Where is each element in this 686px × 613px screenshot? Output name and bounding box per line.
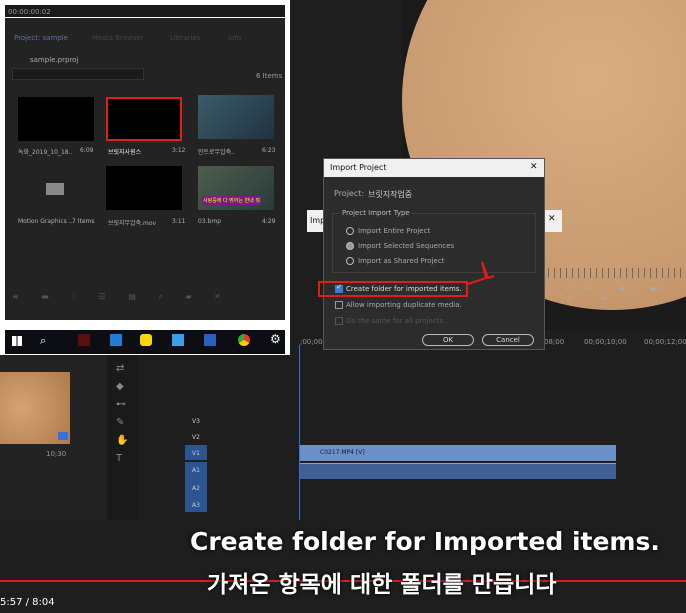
project-file: sample.prproj [30,56,79,64]
ruler-2: 00;00;10;00 [584,338,627,346]
project-search-input[interactable] [12,68,144,80]
item-name-3: 인트로무압축.. [198,149,235,156]
source-timecode: 10;30 [46,450,67,458]
item-dur-2: 3:12 [172,147,186,154]
track-a3: A3 [192,502,200,509]
item-dur-6: 4:29 [262,218,276,225]
import-type-label: Project Import Type [340,209,412,217]
item-thumb-5[interactable] [106,166,182,210]
ruler-1: 08;00 [544,338,565,346]
app-icon-2[interactable] [110,334,122,346]
timeline-panel [140,330,686,520]
dialog-title: Import Project [330,163,387,172]
settings-gear-icon[interactable]: ⚙ [270,332,281,346]
ok-button[interactable]: OK [422,334,474,346]
opt-shared-label: Import as Shared Project [358,257,445,265]
app-icon-1[interactable] [78,334,90,346]
kakao-icon[interactable] [140,334,152,346]
search-icon[interactable]: ⌕ [40,334,46,348]
track-a1: A1 [192,467,200,474]
item-name-6: 03.bmp [198,218,222,225]
playback-controls[interactable]: {← ◄ ► → ⇥ [565,284,686,304]
item-name-2: 브릿지사원스 [108,149,142,156]
checkmark-icon: ✓ [336,283,342,291]
track-v3: V3 [192,418,200,425]
track-v1: V1 [192,450,200,457]
ruler-3: 00;00;12;00 [644,338,686,346]
scrub-ruler[interactable] [548,268,686,278]
item-name-5: 브릿지무압축.mov [108,220,157,227]
project-footer-icons[interactable]: ≡ ▬ ◦ ☰ ▤ ⌕ ▰ ✕ [12,292,280,302]
folder-icon [46,183,64,195]
project-name: 브릿지작업중 [368,190,413,199]
same-all-checkbox[interactable] [335,317,343,325]
windows-start-icon[interactable] [12,336,22,346]
word-icon[interactable] [204,334,216,346]
video-clip-label: C0217.MP4 [V] [320,449,365,456]
allow-duplicate-label: Allow importing duplicate media. [346,301,462,309]
track-a2: A2 [192,485,200,492]
item-thumb-2-selected[interactable] [106,97,182,141]
allow-duplicate-checkbox[interactable] [335,301,343,309]
tab-info[interactable]: Info [228,34,241,42]
item-thumb-1[interactable] [18,97,94,141]
tab-libraries[interactable]: Libraries [170,34,200,42]
player-time: 5:57 / 8:04 [0,597,55,608]
audio-clip[interactable] [300,463,616,479]
radio-shared[interactable] [346,257,354,265]
item-dur-5: 3:11 [172,218,186,225]
item-name-1: 녹화_2019_10_18.. [18,149,73,156]
item-dur-3: 6:23 [262,147,276,154]
playhead[interactable] [299,345,300,520]
thumb-sticker: 사랑중에 다 뛰어는 반내 뭐 [202,196,261,205]
pointer-arrow-icon [467,261,495,285]
item-thumb-3[interactable] [198,95,274,139]
screenshot-root: { "timecode_top":"00:00:00:02", "project… [0,0,686,613]
tab-media-browser[interactable]: Media Browser [92,34,144,42]
item-name-4: Motion Graphics ... [18,218,75,225]
inset-timecode: 00:00:00:02 [8,8,51,16]
project-label: Project: [334,189,365,198]
track-v2: V2 [192,434,200,441]
radio-entire[interactable] [346,227,354,235]
item-dur-4: 7 Items [72,218,95,225]
item-dur-1: 6:09 [80,147,94,154]
item-count: 6 Items [256,72,283,80]
radio-selected-sequences[interactable] [346,242,354,250]
caption-ko: 가져온 항목에 대한 폴더를 만듭니다 [207,572,557,598]
caption-en: Create folder for Imported items. [190,527,660,556]
dialog-titlebar: Import Project [324,159,544,177]
tab-project[interactable]: Project: sample [14,34,68,42]
app-icon-4[interactable] [172,334,184,346]
opt-entire-label: Import Entire Project [358,227,431,235]
behind-dialog-close-icon[interactable]: ✕ [548,214,556,224]
sequence-badge-icon [58,432,68,440]
tools-icons[interactable]: ⇄ ◆ ⊷ ✎ ✋ T [116,360,130,468]
ruler-0: ;00;00 [300,338,323,346]
chrome-icon[interactable] [238,334,250,346]
import-project-dialog: Import Project ✕ Project: 브릿지작업중 Project… [318,158,545,350]
opt-selected-label: Import Selected Sequences [358,242,455,250]
cancel-button[interactable]: Cancel [482,334,534,346]
create-folder-label: Create folder for imported items. [346,285,462,293]
dialog-close-icon[interactable]: ✕ [530,162,538,172]
same-all-label: Do the same for all projects [346,317,444,325]
